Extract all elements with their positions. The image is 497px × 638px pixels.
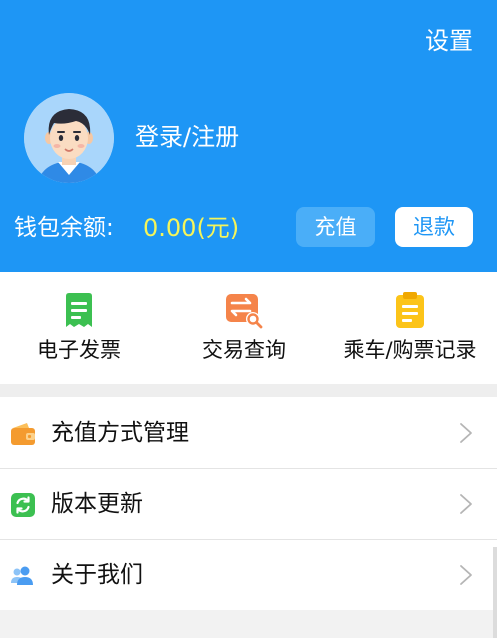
transaction-search-icon — [226, 294, 263, 329]
recharge-button[interactable]: 充值 — [296, 207, 375, 247]
quick-action-label: 电子发票 — [37, 338, 121, 362]
menu-item-about-us[interactable]: 关于我们 — [0, 540, 497, 611]
section-divider — [0, 384, 497, 397]
avatar[interactable] — [24, 93, 114, 183]
menu-item-label: 版本更新 — [51, 491, 143, 517]
menu-item-label: 充值方式管理 — [51, 420, 189, 446]
settings-link[interactable]: 设置 — [425, 26, 473, 56]
wallet-icon — [11, 423, 35, 445]
scrollbar[interactable] — [493, 547, 497, 638]
refund-button[interactable]: 退款 — [395, 207, 473, 247]
quick-actions: 电子发票 交易查询 乘车/购票记录 — [0, 272, 497, 384]
quick-action-transaction-query[interactable]: 交易查询 — [165, 272, 323, 384]
quick-action-label: 乘车/购票记录 — [343, 338, 477, 362]
quick-action-ride-ticket-records[interactable]: 乘车/购票记录 — [330, 272, 490, 384]
chevron-right-icon — [460, 565, 472, 585]
clipboard-icon — [396, 292, 424, 328]
quick-action-e-invoice[interactable]: 电子发票 — [0, 272, 158, 384]
wallet-balance-value: 0.00(元) — [143, 214, 240, 242]
user-avatar-icon — [24, 93, 114, 183]
chevron-right-icon — [460, 423, 472, 443]
menu-item-recharge-methods[interactable]: 充值方式管理 — [0, 398, 497, 469]
quick-action-label: 交易查询 — [202, 338, 286, 362]
login-register-link[interactable]: 登录/注册 — [135, 122, 239, 152]
menu-item-version-update[interactable]: 版本更新 — [0, 469, 497, 540]
profile-header: 设置 登录/注册 钱包余额: 0.00(元) 充值 退款 — [0, 0, 497, 272]
refresh-icon — [11, 493, 35, 517]
receipt-icon — [66, 293, 92, 327]
wallet-balance-label: 钱包余额: — [14, 215, 114, 241]
menu-item-label: 关于我们 — [51, 562, 143, 588]
chevron-right-icon — [460, 494, 472, 514]
users-icon — [11, 566, 33, 585]
page-bottom-area — [0, 610, 497, 638]
